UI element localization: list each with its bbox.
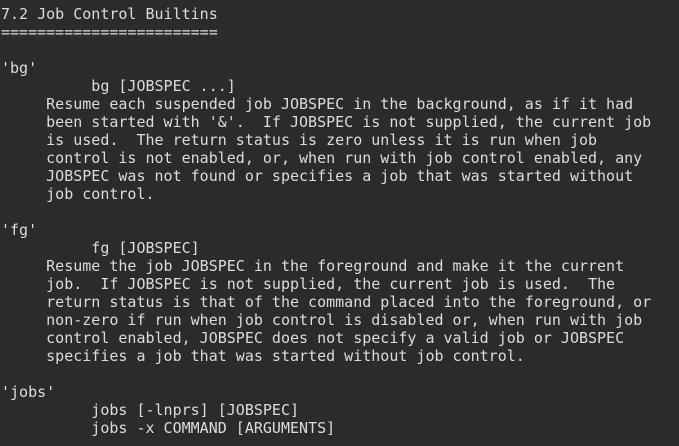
bg-description-line: is used. The return status is zero unles… bbox=[1, 131, 598, 149]
fg-description-line: specifies a job that was started without… bbox=[1, 347, 525, 365]
fg-description-line: Resume the job JOBSPEC in the foreground… bbox=[1, 257, 625, 275]
fg-description-line: non-zero if run when job control is disa… bbox=[1, 311, 643, 329]
bg-description-line: been started with '&'. If JOBSPEC is not… bbox=[1, 113, 652, 131]
terminal-window[interactable]: 7.2 Job Control Builtins ===============… bbox=[0, 0, 679, 446]
jobs-synopsis: jobs -x COMMAND [ARGUMENTS] bbox=[1, 419, 336, 437]
fg-description-line: return status is that of the command pla… bbox=[1, 293, 652, 311]
section-title: 7.2 Job Control Builtins bbox=[1, 5, 218, 23]
fg-heading: 'fg' bbox=[1, 221, 38, 239]
bg-description-line: JOBSPEC was not found or specifies a job… bbox=[1, 167, 634, 185]
bg-synopsis: bg [JOBSPEC ...] bbox=[1, 77, 236, 95]
bg-description-line: control is not enabled, or, when run wit… bbox=[1, 149, 643, 167]
bg-description-line: Resume each suspended job JOBSPEC in the… bbox=[1, 95, 634, 113]
bg-heading: 'bg' bbox=[1, 59, 38, 77]
jobs-heading: 'jobs' bbox=[1, 383, 56, 401]
fg-description-line: job. If JOBSPEC is not supplied, the cur… bbox=[1, 275, 616, 293]
fg-description-line: control enabled, JOBSPEC does not specif… bbox=[1, 329, 625, 347]
bg-description-line: job control. bbox=[1, 185, 155, 203]
jobs-synopsis: jobs [-lnprs] [JOBSPEC] bbox=[1, 401, 300, 419]
section-underline: ======================== bbox=[1, 23, 218, 41]
fg-synopsis: fg [JOBSPEC] bbox=[1, 239, 200, 257]
